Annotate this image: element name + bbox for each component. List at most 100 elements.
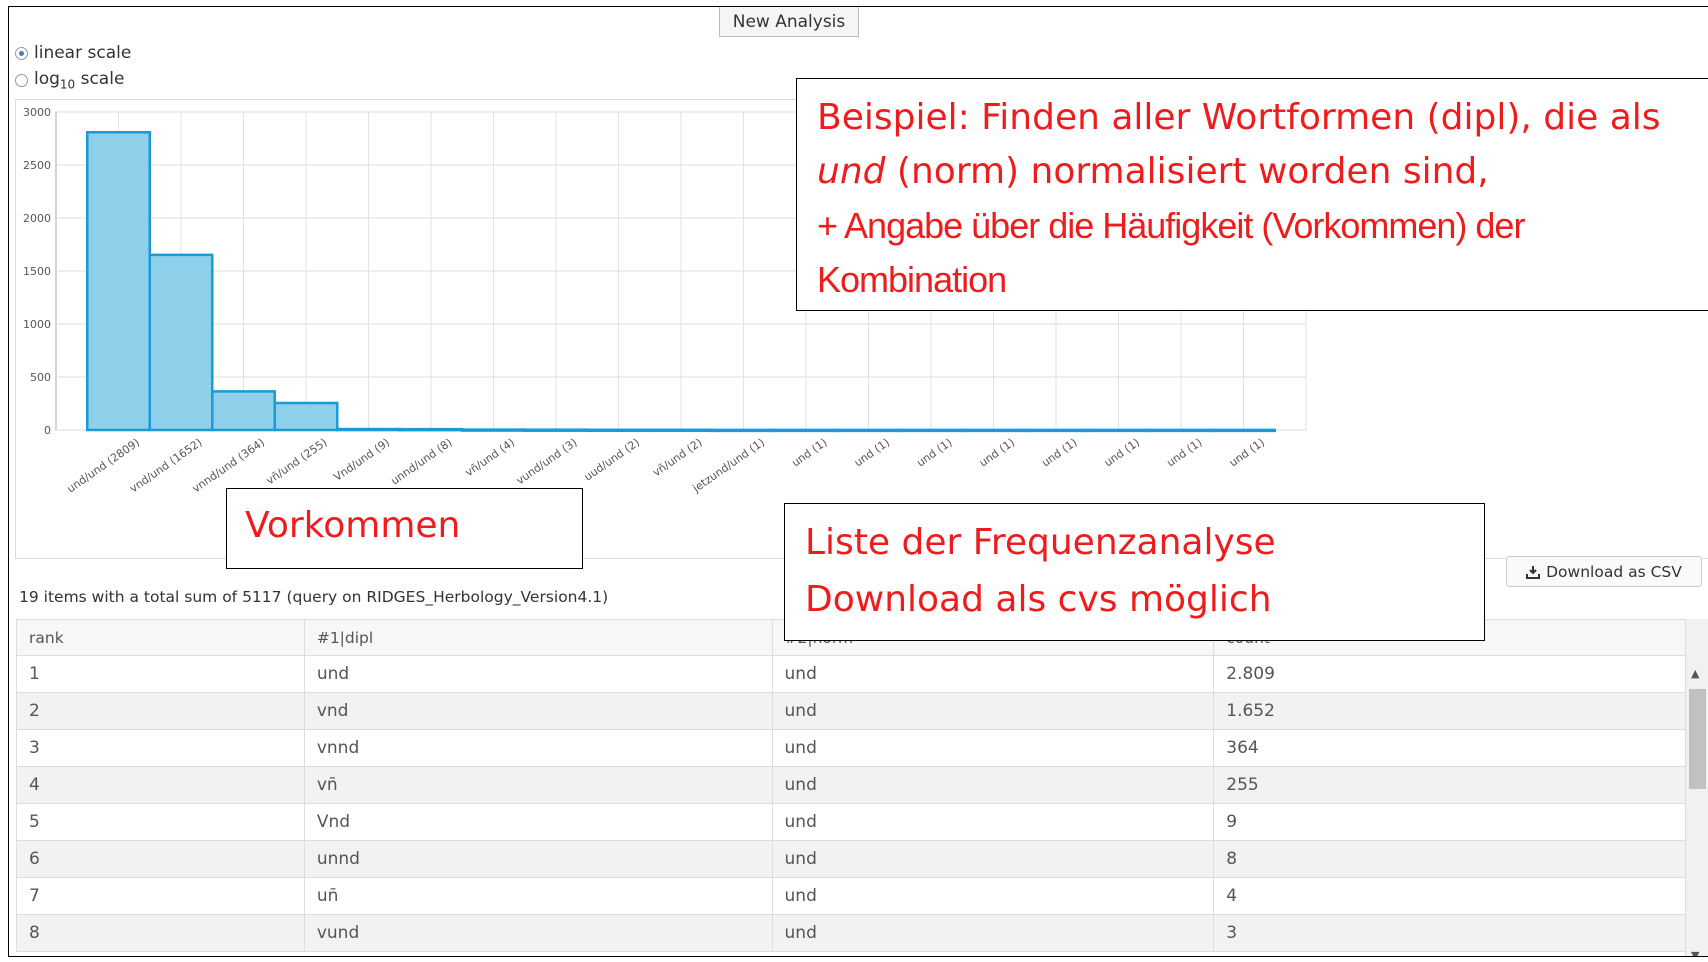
table-row[interactable]: 8 vund und 3 xyxy=(16,914,1686,952)
cell-count: 255 xyxy=(1213,766,1686,804)
linear-scale-label: linear scale xyxy=(34,43,132,63)
chart-bar xyxy=(1211,428,1276,433)
table-row[interactable]: 6 unnd und 8 xyxy=(16,840,1686,878)
table-scrollbar[interactable]: ▲ ▼ xyxy=(1685,619,1708,956)
y-tick-label: 3000 xyxy=(23,106,51,119)
chart-bar xyxy=(86,130,151,432)
x-tick-label: unnd/und (8) xyxy=(388,436,454,488)
x-tick-label: vn̄/und (4) xyxy=(463,436,517,479)
chart-bar xyxy=(1023,428,1089,433)
x-tick-label: und (1) xyxy=(1039,436,1079,470)
chevron-down-icon[interactable]: ▼ xyxy=(1691,949,1699,956)
cell-dipl: und xyxy=(303,655,773,693)
example-line-3: + Angabe über die Häufigkeit (Vorkommen)… xyxy=(817,205,1525,246)
cell-dipl: Vnd xyxy=(303,803,773,841)
cell-count: 364 xyxy=(1213,729,1686,767)
table-row[interactable]: 5 Vnd und 9 xyxy=(16,803,1686,841)
vorkommen-label: Vorkommen xyxy=(245,505,461,546)
linear-scale-option[interactable]: linear scale xyxy=(15,43,131,63)
y-tick-label: 500 xyxy=(30,371,51,384)
table-row[interactable]: 7 un̄ und 4 xyxy=(16,877,1686,915)
download-csv-label: Download as CSV xyxy=(1546,562,1682,581)
chart-bar xyxy=(961,428,1026,433)
chevron-up-icon[interactable]: ▲ xyxy=(1691,667,1699,680)
new-analysis-button[interactable]: New Analysis xyxy=(719,7,859,37)
x-tick-label: und (1) xyxy=(852,436,892,470)
download-icon xyxy=(1526,565,1541,579)
cell-rank: 2 xyxy=(16,692,305,730)
x-tick-label: und (1) xyxy=(789,436,829,470)
x-tick-label: und (1) xyxy=(977,436,1017,470)
app-frame: New Analysis linear scale log10 scale 0 5… xyxy=(8,6,1708,957)
cell-norm: und xyxy=(771,692,1215,730)
cell-count: 8 xyxy=(1213,840,1686,878)
liste-callout: Liste der Frequenzanalyse Download als c… xyxy=(784,503,1485,641)
scrollbar-thumb[interactable] xyxy=(1689,689,1706,789)
cell-rank: 7 xyxy=(16,877,305,915)
chart-bar xyxy=(148,253,214,432)
cell-rank: 1 xyxy=(16,655,305,693)
x-tick-label: und (1) xyxy=(1102,436,1142,470)
example-callout: Beispiel: Finden aller Wortformen (dipl)… xyxy=(796,78,1708,311)
cell-norm: und xyxy=(771,877,1215,915)
table-row[interactable]: 4 vn̄ und 255 xyxy=(16,766,1686,804)
frequency-table: rank #1|dipl #2|norm count 1 und und 2.8… xyxy=(16,619,1686,952)
chart-bar xyxy=(836,428,901,433)
x-tick-label: und (1) xyxy=(1227,436,1267,470)
x-tick-label: vn̄/und (255) xyxy=(264,436,330,487)
chart-bar xyxy=(711,428,776,433)
download-csv-button[interactable]: Download as CSV xyxy=(1506,556,1702,587)
y-tick-label: 2500 xyxy=(23,159,51,172)
cell-norm: und xyxy=(771,655,1215,693)
cell-rank: 4 xyxy=(16,766,305,804)
cell-rank: 5 xyxy=(16,803,305,841)
cell-norm: und xyxy=(771,803,1215,841)
cell-rank: 8 xyxy=(16,914,305,952)
cell-norm: und xyxy=(771,914,1215,952)
x-tick-label: uud/und (2) xyxy=(582,436,642,484)
y-tick-label: 1500 xyxy=(23,265,51,278)
cell-count: 4 xyxy=(1213,877,1686,915)
cell-rank: 6 xyxy=(16,840,305,878)
column-header-rank[interactable]: rank xyxy=(16,619,305,656)
x-tick-label: vund/und (3) xyxy=(514,436,580,487)
table-row[interactable]: 3 vnnd und 364 xyxy=(16,729,1686,767)
liste-line-2: Download als cvs möglich xyxy=(805,579,1272,620)
cell-dipl: vnd xyxy=(303,692,773,730)
table-row[interactable]: 1 und und 2.809 xyxy=(16,655,1686,693)
log-scale-option[interactable]: log10 scale xyxy=(15,69,124,91)
chart-bar xyxy=(273,401,339,432)
cell-norm: und xyxy=(771,729,1215,767)
x-tick-label: und (1) xyxy=(914,436,954,470)
chart-bar xyxy=(211,390,276,432)
example-line-2: und (norm) normalisiert worden sind, xyxy=(817,151,1489,192)
table-row[interactable]: 2 vnd und 1.652 xyxy=(16,692,1686,730)
cell-dipl: vn̄ xyxy=(303,766,773,804)
log-scale-label: log10 scale xyxy=(34,69,125,92)
x-tick-label: und (1) xyxy=(1164,436,1204,470)
cell-dipl: vund xyxy=(303,914,773,952)
y-tick-label: 0 xyxy=(44,424,51,437)
chart-bar xyxy=(336,427,401,432)
column-header-dipl[interactable]: #1|dipl xyxy=(303,619,773,656)
chart-bar xyxy=(1086,428,1151,433)
cell-count: 9 xyxy=(1213,803,1686,841)
y-tick-label: 1000 xyxy=(23,318,51,331)
chart-bar xyxy=(461,428,526,432)
cell-rank: 3 xyxy=(16,729,305,767)
radio-icon[interactable] xyxy=(15,73,28,87)
radio-icon[interactable] xyxy=(15,46,28,60)
chart-bar xyxy=(586,428,651,433)
cell-dipl: unnd xyxy=(303,840,773,878)
chart-bar xyxy=(648,428,714,433)
liste-line-1: Liste der Frequenzanalyse xyxy=(805,522,1276,563)
result-summary: 19 items with a total sum of 5117 (query… xyxy=(19,588,609,606)
y-tick-label: 2000 xyxy=(23,212,51,225)
cell-dipl: vnnd xyxy=(303,729,773,767)
chart-bar xyxy=(773,428,839,433)
x-tick-label: Vnd/und (9) xyxy=(331,436,392,484)
example-line-1: Beispiel: Finden aller Wortformen (dipl)… xyxy=(817,97,1661,138)
cell-norm: und xyxy=(771,840,1215,878)
chart-bar xyxy=(898,428,964,433)
cell-count: 3 xyxy=(1213,914,1686,952)
